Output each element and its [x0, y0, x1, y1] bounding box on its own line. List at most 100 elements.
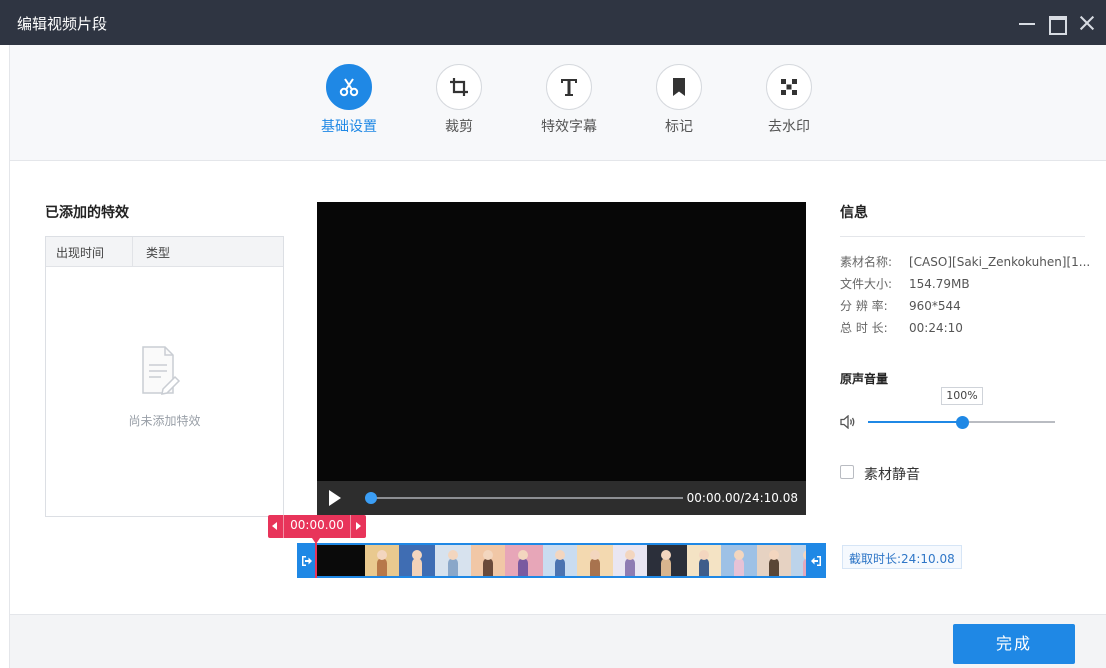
frame-figure — [699, 558, 709, 576]
frame-figure — [555, 558, 565, 576]
tab-label: 特效字幕 — [541, 119, 597, 135]
frame-figure — [377, 558, 387, 576]
close-icon[interactable] — [1074, 10, 1100, 36]
minimize-icon[interactable] — [1014, 10, 1040, 36]
frame-figure-head — [590, 550, 600, 560]
timeline-frame — [543, 545, 577, 576]
info-value: 960*544 — [909, 299, 961, 313]
tab-basic-settings[interactable]: 基础设置 — [309, 64, 389, 144]
column-header-type: 类型 — [146, 246, 171, 260]
timeline-frame — [399, 545, 435, 576]
timeline-frame — [721, 545, 757, 576]
volume-title: 原声音量 — [840, 372, 889, 386]
edit-video-dialog: 编辑视频片段 基础设置 裁剪 特效字幕 标记 去水印 已添加的特效 出现时间 类… — [0, 0, 1106, 668]
empty-message: 尚未添加特效 — [128, 414, 201, 428]
mosaic-icon — [766, 64, 812, 110]
volume-knob[interactable] — [955, 416, 969, 429]
toolbar: 基础设置 裁剪 特效字幕 标记 去水印 — [9, 45, 1106, 161]
timeline-frame — [757, 545, 791, 576]
speaker-icon[interactable] — [840, 414, 856, 430]
info-row-duration: 总 时 长: 00:24:10 — [840, 319, 963, 336]
footer — [9, 614, 1106, 668]
time-display: 00:00.00/24:10.08 — [686, 491, 798, 505]
info-value: 154.79MB — [909, 277, 970, 291]
crop-icon — [436, 64, 482, 110]
frame-figure-head — [412, 550, 422, 560]
title-bar: 编辑视频片段 — [0, 0, 1106, 45]
tab-remove-watermark[interactable]: 去水印 — [749, 64, 829, 144]
frame-figure — [625, 558, 635, 576]
frame-figure-head — [448, 550, 458, 560]
column-header-time: 出现时间 — [46, 237, 133, 266]
tab-label: 标记 — [665, 119, 693, 135]
frame-figure-head — [734, 550, 744, 560]
effects-header: 出现时间 类型 — [46, 237, 283, 267]
frame-figure-head — [769, 550, 779, 560]
timeline-frame — [317, 545, 365, 576]
frame-figure-head — [518, 550, 528, 560]
frame-figure-head — [661, 550, 671, 560]
thumbnail-strip[interactable] — [317, 545, 806, 576]
trim-end-icon — [811, 555, 821, 566]
tab-label: 去水印 — [768, 119, 810, 135]
info-row-resolution: 分 辨 率: 960*544 — [840, 297, 961, 314]
frame-figure-head — [555, 550, 565, 560]
bookmark-icon — [656, 64, 702, 110]
timeline-frame — [435, 545, 471, 576]
scissors-icon — [326, 64, 372, 110]
info-key: 素材名称: — [840, 255, 893, 269]
info-value: [CASO][Saki_Zenkokuhen][1... — [909, 255, 1091, 269]
trim-start-icon — [302, 555, 312, 566]
frame-figure — [590, 558, 600, 576]
timeline-frame — [365, 545, 399, 576]
maximize-icon[interactable] — [1044, 10, 1070, 36]
timeline-frame — [791, 545, 806, 576]
window-title: 编辑视频片段 — [17, 15, 108, 33]
info-key: 总 时 长: — [840, 321, 888, 335]
done-button[interactable]: 完成 — [953, 624, 1075, 664]
volume-fill — [868, 421, 962, 423]
tab-crop[interactable]: 裁剪 — [419, 64, 499, 144]
tab-markers[interactable]: 标记 — [639, 64, 719, 144]
frame-figure-head — [699, 550, 709, 560]
info-row-filesize: 文件大小: 154.79MB — [840, 275, 970, 292]
step-forward-icon[interactable] — [356, 522, 361, 530]
tab-label: 裁剪 — [445, 119, 473, 135]
progress-track[interactable] — [371, 497, 683, 499]
marker-time: 00:00.00 — [290, 518, 344, 532]
frame-figure — [448, 558, 458, 576]
info-value: 00:24:10 — [909, 321, 963, 335]
info-key: 分 辨 率: — [840, 299, 888, 313]
start-time-marker[interactable]: 00:00.00 — [268, 515, 366, 538]
video-preview[interactable] — [317, 202, 806, 515]
mute-checkbox[interactable] — [840, 465, 854, 479]
frame-figure-head — [625, 550, 635, 560]
empty-document-icon — [141, 345, 181, 397]
frame-figure-head — [377, 550, 387, 560]
timeline-frame — [647, 545, 687, 576]
timeline-frame — [471, 545, 505, 576]
tab-subtitle-effects[interactable]: 特效字幕 — [529, 64, 609, 144]
mute-label[interactable]: 素材静音 — [864, 464, 920, 484]
timeline-frame — [505, 545, 543, 576]
progress-knob[interactable] — [365, 492, 377, 504]
info-title: 信息 — [840, 205, 868, 221]
trim-start-handle[interactable] — [297, 543, 317, 578]
frame-figure — [483, 558, 493, 576]
info-divider — [840, 236, 1085, 237]
text-icon — [546, 64, 592, 110]
effects-list: 出现时间 类型 尚未添加特效 — [45, 236, 284, 517]
info-key: 文件大小: — [840, 277, 893, 291]
effects-title: 已添加的特效 — [45, 205, 129, 221]
trim-end-handle[interactable] — [806, 543, 826, 578]
frame-figure — [412, 558, 422, 576]
volume-tooltip: 100% — [941, 387, 983, 405]
timeline-frame — [687, 545, 721, 576]
play-icon[interactable] — [329, 490, 341, 506]
info-row-filename: 素材名称: [CASO][Saki_Zenkokuhen][1... — [840, 253, 1090, 270]
cut-duration: 截取时长:24:10.08 — [842, 545, 962, 569]
timeline-frame — [613, 545, 647, 576]
marker-divider — [350, 515, 351, 538]
frame-figure — [734, 558, 744, 576]
playhead[interactable] — [315, 543, 317, 578]
